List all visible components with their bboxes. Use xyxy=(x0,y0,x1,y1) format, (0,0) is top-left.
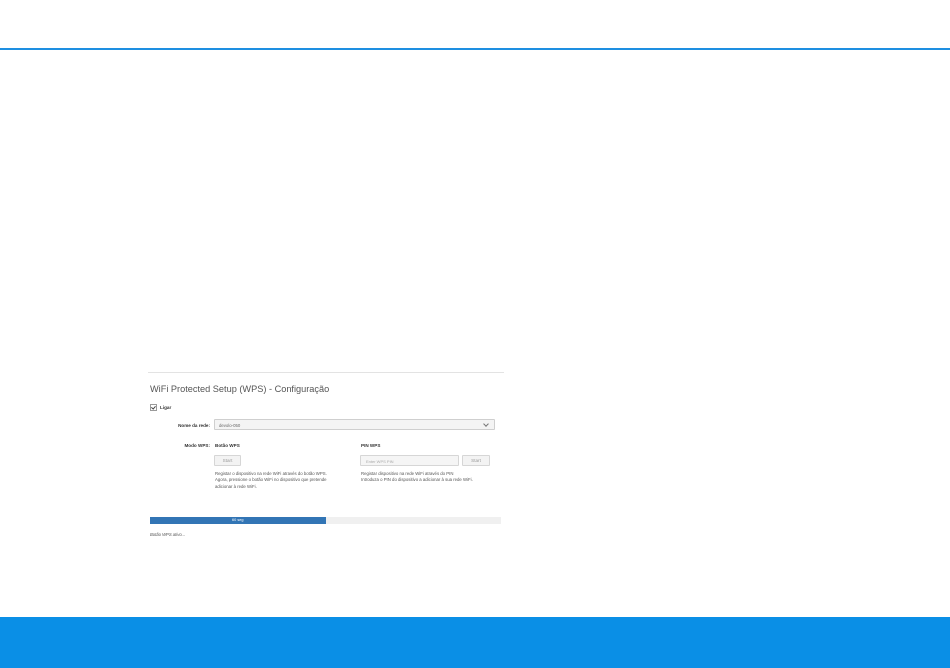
page-title: WiFi Protected Setup (WPS) - Configuraçã… xyxy=(150,384,330,394)
wps-pin-input[interactable]: Enter WPS PIN xyxy=(360,455,459,466)
footer-band xyxy=(0,617,950,668)
network-name-value: devolo-050 xyxy=(219,422,241,428)
wps-pin-description: Registar dispositivo na rede WiFi atravé… xyxy=(361,471,493,484)
network-name-select[interactable]: devolo-050 xyxy=(214,419,495,430)
wps-progress-bar: 60 seg xyxy=(150,517,501,524)
wps-progress-label: 60 seg xyxy=(232,517,244,522)
wps-status-text: Botão WPS ativo... xyxy=(150,532,186,537)
enable-checkbox[interactable] xyxy=(150,404,157,411)
wps-button-description-line: Agora, pressione o botão WiFi no disposi… xyxy=(215,477,327,489)
enable-row: Ligar xyxy=(150,404,171,411)
wps-pin-heading: PIN WPS xyxy=(361,443,381,448)
section-divider xyxy=(148,372,504,373)
wps-progress-fill: 60 seg xyxy=(150,517,326,524)
enable-label: Ligar xyxy=(160,405,172,410)
wps-pin-start-button[interactable]: Start xyxy=(462,455,490,466)
wps-mode-label: Modo WPS: xyxy=(184,443,210,448)
network-name-label: Nome da rede: xyxy=(178,423,210,428)
wps-pin-placeholder: Enter WPS PIN xyxy=(366,458,394,464)
wps-pin-description-line: Introduza o PIN do dispositivo a adicion… xyxy=(361,477,473,483)
wps-button-heading: Botão WPS xyxy=(215,443,240,448)
wps-config-panel: WiFi Protected Setup (WPS) - Configuraçã… xyxy=(148,372,504,544)
wps-button-start-button[interactable]: Start xyxy=(214,455,241,466)
wps-button-description: Registar o dispositivo na rede WiFi atra… xyxy=(215,471,345,490)
header-rule xyxy=(0,48,950,50)
chevron-down-icon xyxy=(483,421,489,427)
